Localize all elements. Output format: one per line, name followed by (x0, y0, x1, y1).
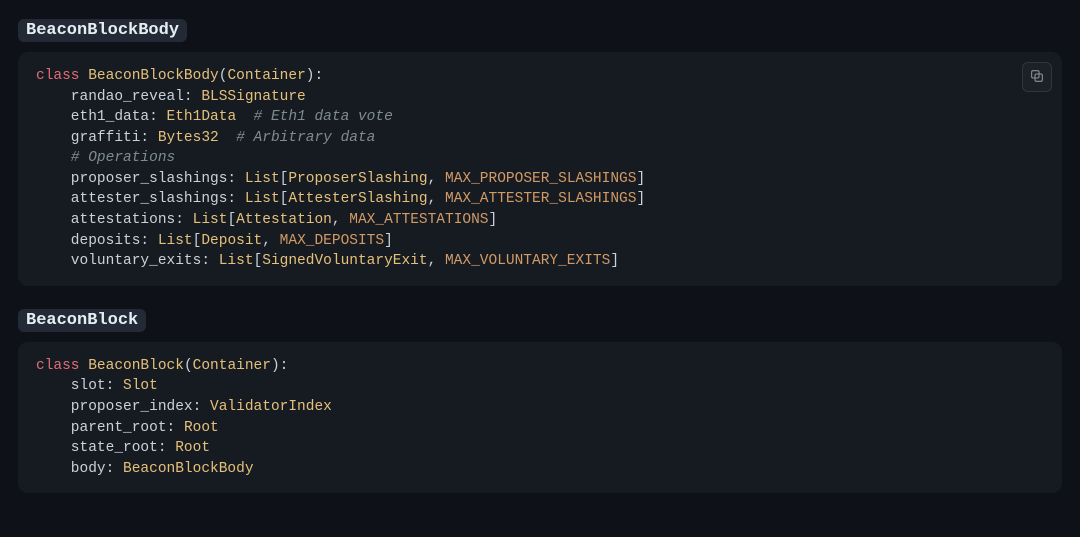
copy-icon (1029, 68, 1045, 87)
section-heading: BeaconBlockBody (18, 18, 1062, 40)
section-heading-code: BeaconBlockBody (18, 19, 187, 42)
section-heading: BeaconBlock (18, 308, 1062, 330)
copy-button[interactable] (1022, 62, 1052, 92)
code-content: class BeaconBlockBody(Container): randao… (36, 66, 1044, 272)
code-block-beaconblockbody: class BeaconBlockBody(Container): randao… (18, 52, 1062, 286)
page: BeaconBlockBody class BeaconBlockBody(Co… (0, 0, 1080, 537)
code-content: class BeaconBlock(Container): slot: Slot… (36, 356, 1044, 479)
section-heading-code: BeaconBlock (18, 309, 146, 332)
code-block-beaconblock: class BeaconBlock(Container): slot: Slot… (18, 342, 1062, 493)
